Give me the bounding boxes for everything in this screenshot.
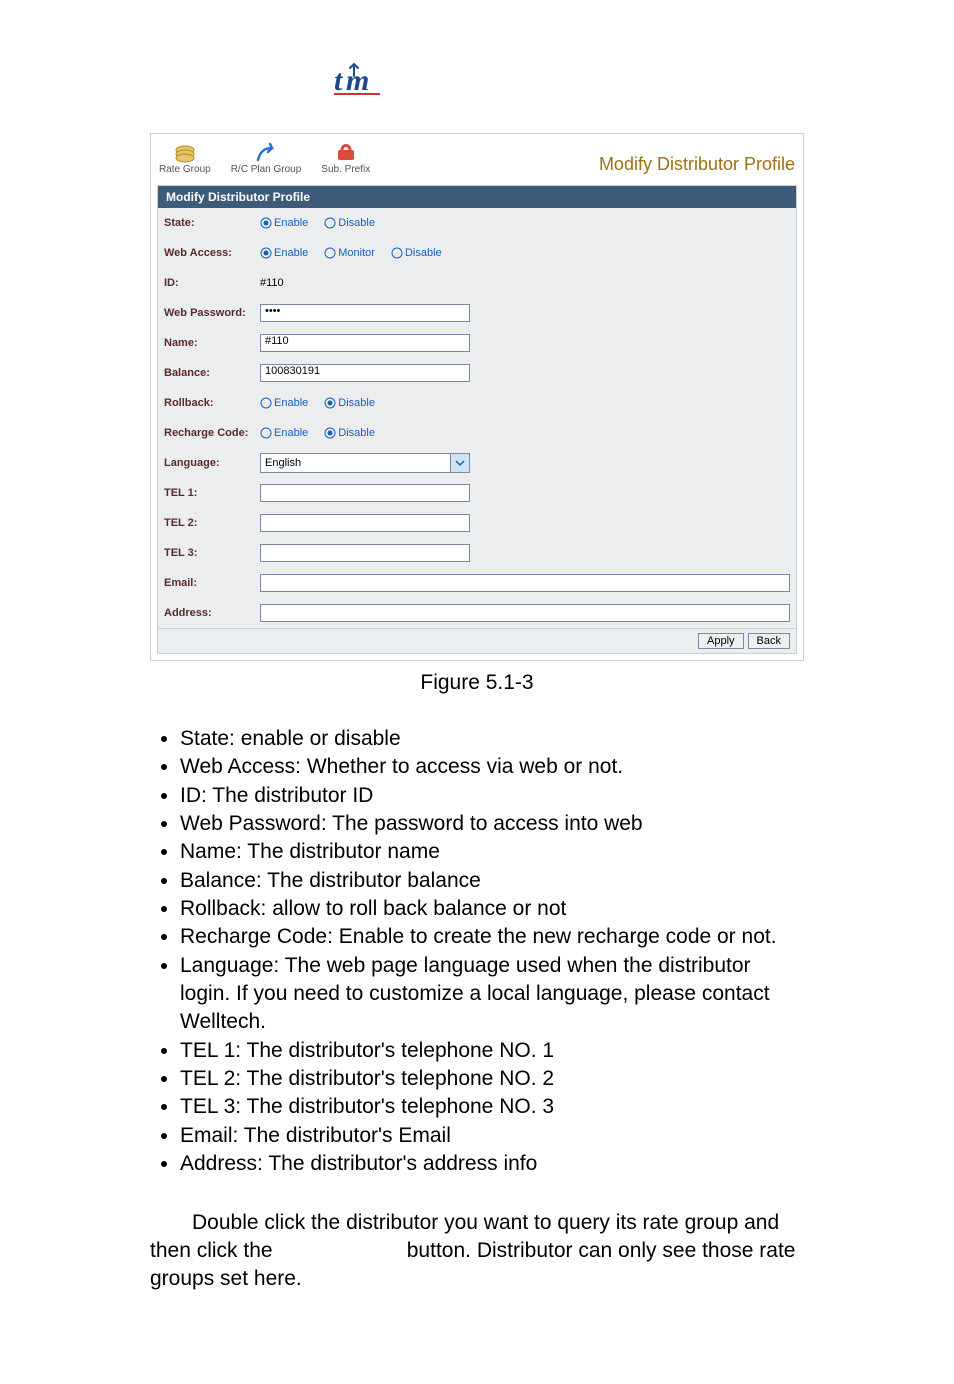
figure-caption: Figure 5.1-3: [150, 671, 804, 695]
label-tel2: TEL 2:: [164, 517, 260, 529]
form-panel: Modify Distributor Profile State: Enable…: [157, 185, 797, 654]
label-address: Address:: [164, 607, 260, 619]
id-value: #110: [260, 277, 284, 289]
label-id: ID:: [164, 277, 260, 289]
list-item: Rollback: allow to roll back balance or …: [180, 895, 804, 923]
radio-unchecked-icon: [324, 247, 336, 259]
list-item: Web Password: The password to access int…: [180, 810, 804, 838]
screenshot-panel: Rate Group R/C Plan Group Sub. Prefix Mo…: [150, 133, 804, 661]
sub-prefix-tool[interactable]: Sub. Prefix: [321, 142, 370, 175]
description-list: State: enable or disable Web Access: Whe…: [160, 725, 804, 1179]
label-tel3: TEL 3:: [164, 547, 260, 559]
tool-label: Sub. Prefix: [321, 164, 370, 175]
radio-rollback-disable[interactable]: Disable: [324, 397, 375, 409]
page-title: Modify Distributor Profile: [599, 154, 795, 175]
tool-label: R/C Plan Group: [231, 164, 302, 175]
radio-state-disable[interactable]: Disable: [324, 217, 375, 229]
radio-checked-icon: [260, 217, 272, 229]
email-input[interactable]: [260, 574, 790, 592]
list-item: Balance: The distributor balance: [180, 867, 804, 895]
label-rollback: Rollback:: [164, 397, 260, 409]
list-item: Recharge Code: Enable to create the new …: [180, 923, 804, 951]
list-item: TEL 3: The distributor's telephone NO. 3: [180, 1093, 804, 1121]
label-tel1: TEL 1:: [164, 487, 260, 499]
radio-unchecked-icon: [391, 247, 403, 259]
back-button[interactable]: Back: [748, 633, 790, 649]
list-item: Name: The distributor name: [180, 838, 804, 866]
radio-recharge-enable[interactable]: Enable: [260, 427, 308, 439]
rc-plan-group-tool[interactable]: R/C Plan Group: [231, 142, 302, 175]
list-item: ID: The distributor ID: [180, 782, 804, 810]
list-item: TEL 1: The distributor's telephone NO. 1: [180, 1037, 804, 1065]
radio-unchecked-icon: [260, 397, 272, 409]
body-paragraph: Double click the distributor you want to…: [150, 1209, 804, 1294]
label-recharge-code: Recharge Code:: [164, 427, 260, 439]
radio-webaccess-enable[interactable]: Enable: [260, 247, 308, 259]
form-header: Modify Distributor Profile: [158, 186, 796, 208]
svg-text:m: m: [346, 64, 369, 97]
radio-webaccess-disable[interactable]: Disable: [391, 247, 442, 259]
list-item: Language: The web page language used whe…: [180, 952, 804, 1037]
brand-logo: t m: [330, 60, 804, 103]
radio-rollback-enable[interactable]: Enable: [260, 397, 308, 409]
radio-recharge-disable[interactable]: Disable: [324, 427, 375, 439]
radio-checked-icon: [324, 427, 336, 439]
tel1-input[interactable]: [260, 484, 470, 502]
label-state: State:: [164, 217, 260, 229]
radio-unchecked-icon: [260, 427, 272, 439]
tool-label: Rate Group: [159, 164, 211, 175]
radio-state-enable[interactable]: Enable: [260, 217, 308, 229]
label-web-password: Web Password:: [164, 307, 260, 319]
chevron-down-icon: [450, 454, 469, 472]
svg-text:t: t: [334, 64, 344, 97]
label-email: Email:: [164, 577, 260, 589]
language-value: English: [265, 457, 301, 469]
name-input[interactable]: #110: [260, 334, 470, 352]
toolbar: Rate Group R/C Plan Group Sub. Prefix: [159, 142, 370, 175]
radio-webaccess-monitor[interactable]: Monitor: [324, 247, 375, 259]
tel2-input[interactable]: [260, 514, 470, 532]
radio-checked-icon: [324, 397, 336, 409]
list-item: Email: The distributor's Email: [180, 1122, 804, 1150]
radio-checked-icon: [260, 247, 272, 259]
address-input[interactable]: [260, 604, 790, 622]
label-balance: Balance:: [164, 367, 260, 379]
list-item: Web Access: Whether to access via web or…: [180, 753, 804, 781]
balance-input[interactable]: 100830191: [260, 364, 470, 382]
language-select[interactable]: English: [260, 453, 470, 473]
label-name: Name:: [164, 337, 260, 349]
radio-unchecked-icon: [324, 217, 336, 229]
apply-button[interactable]: Apply: [698, 633, 744, 649]
tel3-input[interactable]: [260, 544, 470, 562]
rate-group-tool[interactable]: Rate Group: [159, 142, 211, 175]
web-password-input[interactable]: ••••: [260, 304, 470, 322]
list-item: TEL 2: The distributor's telephone NO. 2: [180, 1065, 804, 1093]
list-item: State: enable or disable: [180, 725, 804, 753]
label-web-access: Web Access:: [164, 247, 260, 259]
list-item: Address: The distributor's address info: [180, 1150, 804, 1178]
label-language: Language:: [164, 457, 260, 469]
